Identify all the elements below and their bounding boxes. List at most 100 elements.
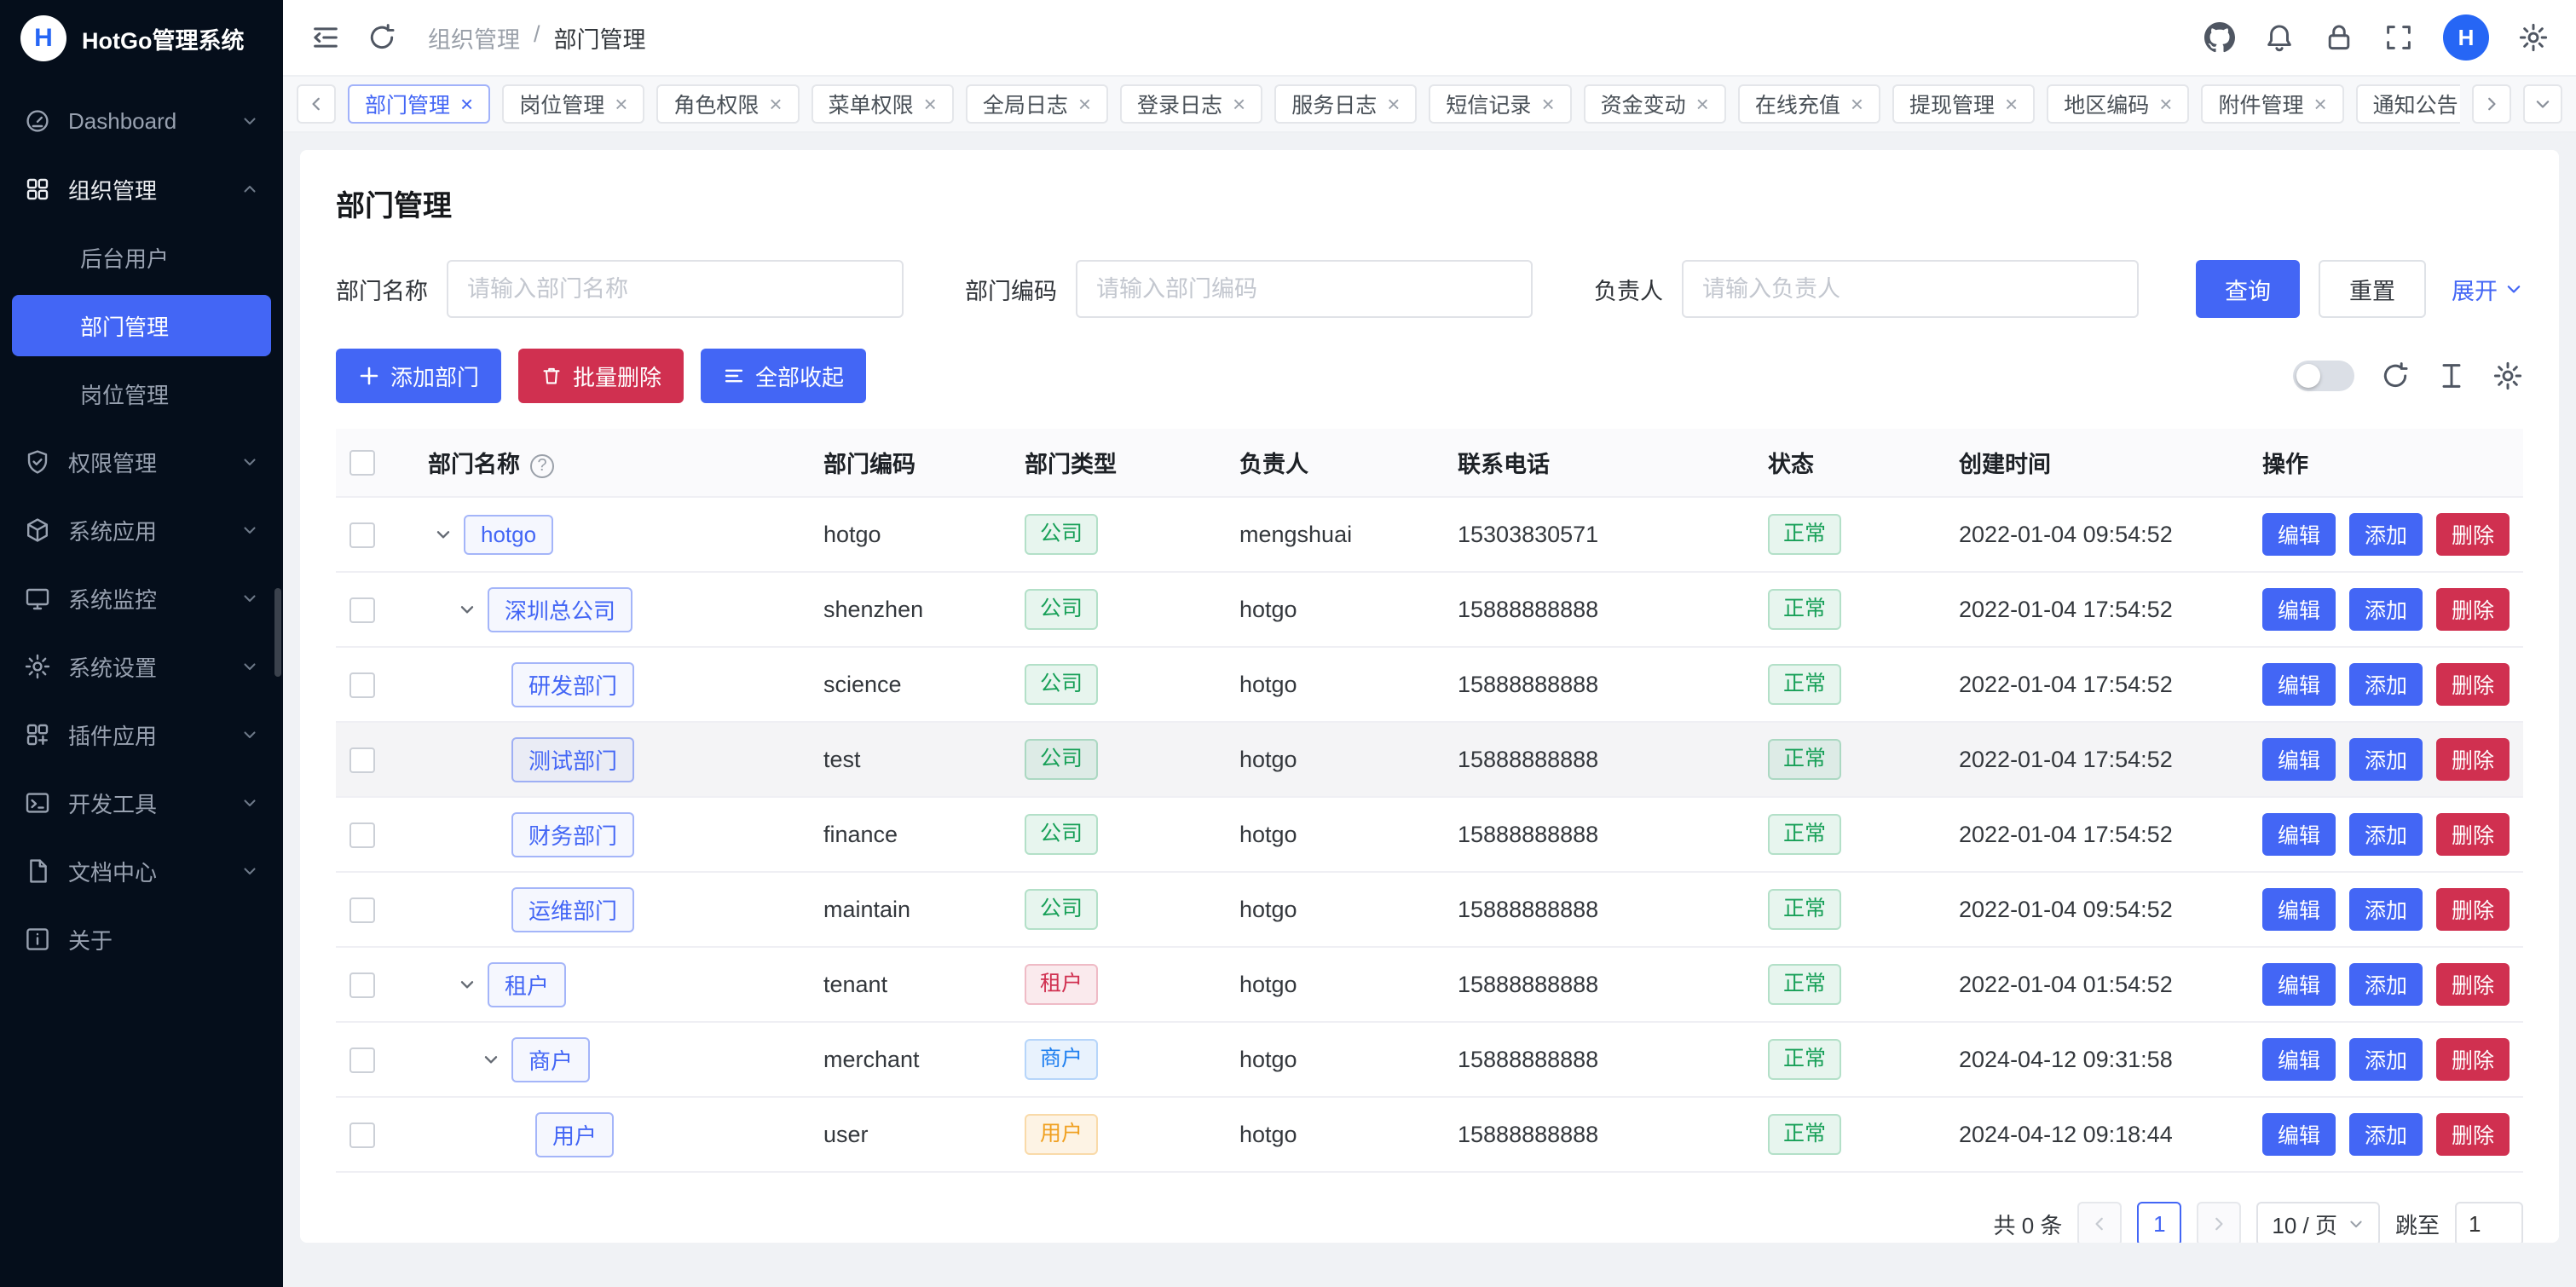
app-logo[interactable]: H HotGo管理系统	[0, 0, 283, 77]
sidebar-item-system-app[interactable]: 系统应用	[0, 496, 283, 564]
tab-6[interactable]: 服务日志×	[1274, 84, 1417, 124]
sidebar-item-doc-center[interactable]: 文档中心	[0, 837, 283, 905]
tab-close-icon[interactable]: ×	[460, 93, 473, 115]
refresh-page-icon[interactable]	[367, 22, 397, 53]
striped-toggle[interactable]	[2293, 361, 2354, 391]
sidebar-item-plugin-app[interactable]: 插件应用	[0, 701, 283, 769]
sidebar-item-dashboard[interactable]: Dashboard	[0, 87, 283, 155]
tab-close-icon[interactable]: ×	[1387, 93, 1400, 115]
add-button[interactable]: 添加	[2349, 963, 2423, 1006]
department-name-chip[interactable]: 财务部门	[511, 812, 634, 857]
tab-close-icon[interactable]: ×	[924, 93, 937, 115]
sidebar-item-system-monitor[interactable]: 系统监控	[0, 564, 283, 632]
add-department-button[interactable]: 添加部门	[336, 349, 501, 403]
edit-button[interactable]: 编辑	[2262, 813, 2336, 856]
tab-close-icon[interactable]: ×	[1541, 93, 1554, 115]
add-button[interactable]: 添加	[2349, 813, 2423, 856]
row-checkbox[interactable]	[349, 672, 375, 698]
expand-filters-link[interactable]: 展开	[2452, 273, 2523, 306]
tab-13[interactable]: 通知公告×	[2356, 84, 2460, 124]
sidebar-item-backend-user[interactable]: 后台用户	[0, 223, 283, 291]
edit-button[interactable]: 编辑	[2262, 888, 2336, 931]
prev-page-button[interactable]	[2077, 1202, 2122, 1243]
sidebar-scrollbar[interactable]	[274, 588, 281, 677]
tab-11[interactable]: 地区编码×	[2047, 84, 2189, 124]
tab-close-icon[interactable]: ×	[2159, 93, 2172, 115]
row-collapse-icon[interactable]	[452, 594, 482, 625]
row-checkbox[interactable]	[349, 1123, 375, 1148]
delete-button[interactable]: 删除	[2436, 1038, 2510, 1081]
jump-to-input[interactable]	[2455, 1202, 2523, 1243]
row-density-icon[interactable]	[2436, 361, 2467, 391]
row-checkbox[interactable]	[349, 1047, 375, 1073]
leader-input[interactable]	[1682, 260, 2139, 318]
tab-5[interactable]: 登录日志×	[1120, 84, 1262, 124]
help-icon[interactable]: ?	[530, 454, 554, 478]
page-number-button[interactable]: 1	[2137, 1202, 2181, 1243]
tab-0[interactable]: 部门管理×	[348, 84, 490, 124]
delete-button[interactable]: 删除	[2436, 1113, 2510, 1156]
dept-code-input[interactable]	[1076, 260, 1533, 318]
row-checkbox[interactable]	[349, 822, 375, 848]
department-name-chip[interactable]: 商户	[511, 1037, 590, 1082]
department-name-chip[interactable]: 运维部门	[511, 887, 634, 932]
row-checkbox[interactable]	[349, 972, 375, 998]
add-button[interactable]: 添加	[2349, 888, 2423, 931]
row-checkbox[interactable]	[349, 747, 375, 773]
collapse-sidebar-icon[interactable]	[310, 22, 341, 53]
add-button[interactable]: 添加	[2349, 588, 2423, 631]
department-name-chip[interactable]: hotgo	[464, 515, 553, 555]
tab-12[interactable]: 附件管理×	[2201, 84, 2343, 124]
row-checkbox[interactable]	[349, 597, 375, 623]
edit-button[interactable]: 编辑	[2262, 513, 2336, 556]
sidebar-item-dev-tools[interactable]: 开发工具	[0, 769, 283, 837]
edit-button[interactable]: 编辑	[2262, 1038, 2336, 1081]
sidebar-item-permission[interactable]: 权限管理	[0, 428, 283, 496]
sidebar-item-organization[interactable]: 组织管理	[0, 155, 283, 223]
reload-table-icon[interactable]	[2380, 361, 2411, 391]
row-checkbox[interactable]	[349, 897, 375, 923]
tab-close-icon[interactable]: ×	[2005, 93, 2018, 115]
row-checkbox[interactable]	[349, 522, 375, 548]
tabs-scroll-left-button[interactable]	[297, 84, 336, 124]
row-collapse-icon[interactable]	[452, 969, 482, 1000]
add-button[interactable]: 添加	[2349, 663, 2423, 706]
delete-button[interactable]: 删除	[2436, 963, 2510, 1006]
row-collapse-icon[interactable]	[476, 1044, 506, 1075]
tab-3[interactable]: 菜单权限×	[811, 84, 954, 124]
tab-9[interactable]: 在线充值×	[1738, 84, 1880, 124]
settings-gear-icon[interactable]	[2518, 22, 2549, 53]
department-name-chip[interactable]: 租户	[488, 962, 566, 1007]
tab-7[interactable]: 短信记录×	[1429, 84, 1571, 124]
add-button[interactable]: 添加	[2349, 1038, 2423, 1081]
edit-button[interactable]: 编辑	[2262, 588, 2336, 631]
next-page-button[interactable]	[2197, 1202, 2241, 1243]
github-icon[interactable]	[2204, 22, 2235, 53]
department-name-chip[interactable]: 用户	[535, 1112, 614, 1157]
collapse-all-button[interactable]: 全部收起	[701, 349, 866, 403]
department-name-chip[interactable]: 研发部门	[511, 662, 634, 707]
add-button[interactable]: 添加	[2349, 1113, 2423, 1156]
tab-1[interactable]: 岗位管理×	[502, 84, 644, 124]
query-button[interactable]: 查询	[2196, 260, 2300, 318]
tab-8[interactable]: 资金变动×	[1584, 84, 1726, 124]
add-button[interactable]: 添加	[2349, 513, 2423, 556]
edit-button[interactable]: 编辑	[2262, 963, 2336, 1006]
dept-name-input[interactable]	[447, 260, 904, 318]
delete-button[interactable]: 删除	[2436, 663, 2510, 706]
batch-delete-button[interactable]: 批量删除	[518, 349, 684, 403]
delete-button[interactable]: 删除	[2436, 588, 2510, 631]
edit-button[interactable]: 编辑	[2262, 1113, 2336, 1156]
tab-close-icon[interactable]: ×	[2313, 93, 2326, 115]
notifications-bell-icon[interactable]	[2264, 22, 2295, 53]
breadcrumb-item[interactable]: 组织管理	[428, 21, 520, 55]
edit-button[interactable]: 编辑	[2262, 738, 2336, 781]
tab-4[interactable]: 全局日志×	[966, 84, 1108, 124]
fullscreen-icon[interactable]	[2383, 22, 2414, 53]
add-button[interactable]: 添加	[2349, 738, 2423, 781]
user-avatar[interactable]: H	[2443, 14, 2489, 61]
tabs-scroll-right-button[interactable]	[2472, 84, 2511, 124]
tab-close-icon[interactable]: ×	[769, 93, 782, 115]
sidebar-item-system-setting[interactable]: 系统设置	[0, 632, 283, 701]
select-all-checkbox[interactable]	[349, 450, 375, 476]
